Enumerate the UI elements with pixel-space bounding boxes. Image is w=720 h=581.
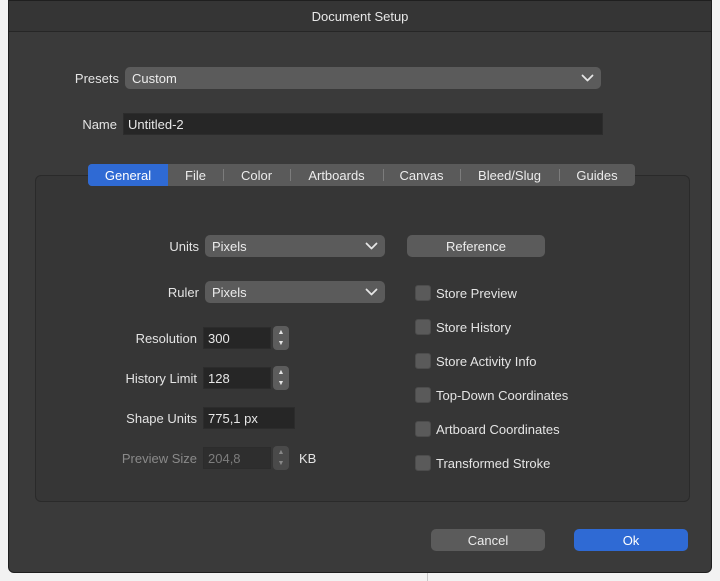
units-label: Units <box>169 239 199 254</box>
triangle-up-icon[interactable]: ▲ <box>278 327 285 338</box>
ruler-popup[interactable]: Pixels <box>205 281 385 303</box>
window-title: Document Setup <box>9 1 711 32</box>
chevron-down-icon <box>365 242 378 250</box>
preview-size-stepper: ▲ ▼ <box>273 446 289 470</box>
triangle-up-icon[interactable]: ▲ <box>278 367 285 378</box>
preview-size-field: 204,8 <box>203 447 271 469</box>
presets-value: Custom <box>132 70 177 86</box>
checkbox-box[interactable] <box>415 353 431 369</box>
transformed-stroke-checkbox[interactable]: Transformed Stroke <box>415 454 550 472</box>
checkbox-box[interactable] <box>415 455 431 471</box>
top-down-coordinates-checkbox[interactable]: Top-Down Coordinates <box>415 386 568 404</box>
triangle-down-icon[interactable]: ▼ <box>278 338 285 349</box>
store-history-checkbox[interactable]: Store History <box>415 318 511 336</box>
history-limit-field[interactable]: 128 <box>203 367 271 389</box>
checkbox-box[interactable] <box>415 285 431 301</box>
document-setup-dialog: Document Setup Presets Custom Name Untit… <box>8 0 712 573</box>
triangle-up-icon: ▲ <box>277 449 285 456</box>
store-history-label: Store History <box>436 319 512 335</box>
checkbox-box[interactable] <box>415 319 431 335</box>
tab-bar: General File Color Artboards Canvas Blee… <box>88 164 635 186</box>
chevron-down-icon <box>581 74 594 82</box>
ok-button[interactable]: Ok <box>574 529 688 551</box>
checkbox-box[interactable] <box>415 387 431 403</box>
history-limit-stepper[interactable]: ▲ ▼ <box>273 366 289 390</box>
units-value: Pixels <box>212 238 247 254</box>
top-down-coordinates-label: Top-Down Coordinates <box>436 387 569 403</box>
resolution-field[interactable]: 300 <box>203 327 271 349</box>
tab-file[interactable]: File <box>168 164 223 186</box>
tab-color[interactable]: Color <box>223 164 290 186</box>
name-field[interactable]: Untitled-2 <box>123 113 603 135</box>
reference-button[interactable]: Reference <box>407 235 545 257</box>
triangle-down-icon[interactable]: ▼ <box>278 378 285 389</box>
preview-size-unit: KB <box>299 451 317 466</box>
triangle-down-icon: ▼ <box>277 460 285 467</box>
ruler-label: Ruler <box>167 285 199 300</box>
transformed-stroke-label: Transformed Stroke <box>436 455 551 471</box>
name-label: Name <box>82 117 117 132</box>
tab-canvas[interactable]: Canvas <box>383 164 460 186</box>
tab-guides[interactable]: Guides <box>559 164 635 186</box>
store-activity-info-checkbox[interactable]: Store Activity Info <box>415 352 536 370</box>
shape-units-field[interactable]: 775,1 px <box>203 407 295 429</box>
shape-units-label: Shape Units <box>126 411 197 426</box>
store-preview-checkbox[interactable]: Store Preview <box>415 284 517 302</box>
ruler-value: Pixels <box>212 284 247 300</box>
resolution-stepper[interactable]: ▲ ▼ <box>273 326 289 350</box>
preview-size-label: Preview Size <box>121 451 197 466</box>
artboard-coordinates-label: Artboard Coordinates <box>436 421 560 437</box>
background-divider <box>427 573 428 581</box>
units-popup[interactable]: Pixels <box>205 235 385 257</box>
presets-popup[interactable]: Custom <box>125 67 601 89</box>
store-preview-label: Store Preview <box>436 285 517 301</box>
artboard-coordinates-checkbox[interactable]: Artboard Coordinates <box>415 420 560 438</box>
tab-bleed-slug[interactable]: Bleed/Slug <box>460 164 559 186</box>
tab-general[interactable]: General <box>88 164 168 186</box>
tab-artboards[interactable]: Artboards <box>290 164 383 186</box>
history-limit-label: History Limit <box>125 371 197 386</box>
cancel-button[interactable]: Cancel <box>431 529 545 551</box>
resolution-label: Resolution <box>135 331 197 346</box>
chevron-down-icon <box>365 288 378 296</box>
presets-label: Presets <box>74 71 119 86</box>
checkbox-box[interactable] <box>415 421 431 437</box>
store-activity-info-label: Store Activity Info <box>436 353 537 369</box>
